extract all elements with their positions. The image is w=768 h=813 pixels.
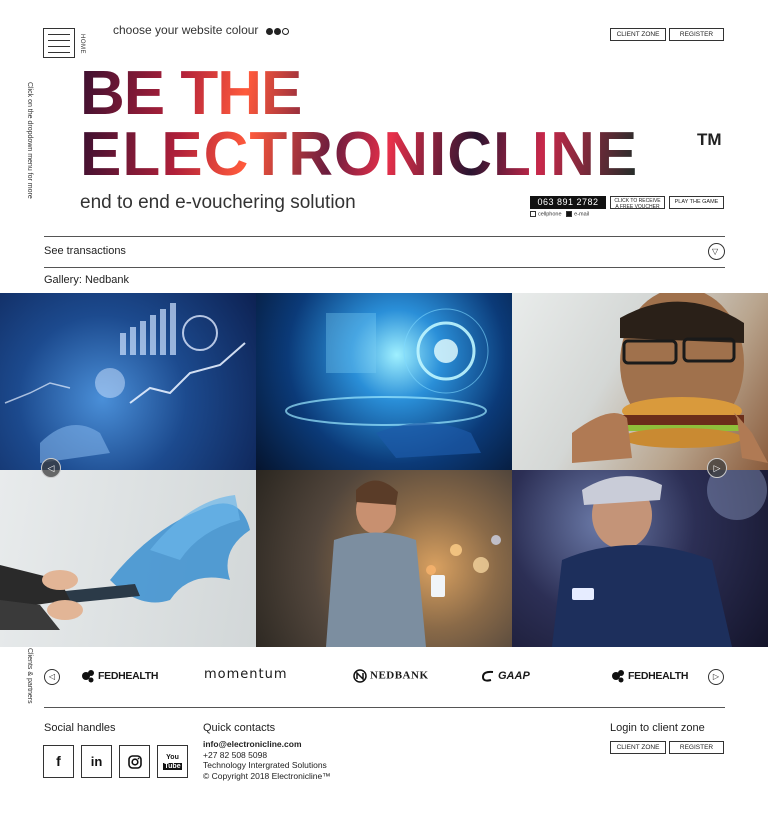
- contact-phone: +27 82 508 5098: [203, 749, 268, 760]
- chevron-right-icon: ▷: [712, 672, 720, 681]
- tagline: end to end e-vouchering solution: [80, 192, 356, 213]
- hamburger-line: [48, 34, 70, 35]
- side-hint: Click on the dropdown menu for more: [26, 82, 33, 199]
- login-title: Login to client zone: [610, 722, 705, 734]
- chevron-left-icon: ◁: [47, 463, 55, 473]
- delivery-options: cellphone e-mail: [530, 211, 589, 217]
- hero-line-1: BE THE: [80, 63, 638, 125]
- man-phone-graphic: [326, 480, 501, 647]
- analytics-graphic: [4, 303, 246, 463]
- quick-contacts-title: Quick contacts: [203, 722, 276, 734]
- instagram-icon: [127, 755, 142, 769]
- free-voucher-button[interactable]: CLICK TO RECEIVE A FREE VOUCHER: [610, 196, 665, 210]
- home-link[interactable]: HOME: [79, 34, 85, 54]
- hamburger-line: [48, 40, 70, 41]
- gallery-label: Gallery: Nedbank: [44, 274, 129, 286]
- client-logo-momentum[interactable]: momentum: [204, 667, 288, 682]
- transactions-toggle[interactable]: ▽: [708, 243, 725, 260]
- quick-contacts: info@electronicline.com +27 82 508 5098 …: [203, 739, 331, 781]
- youtube-text-1: You: [166, 754, 179, 761]
- linkedin-button[interactable]: in: [81, 745, 112, 778]
- gallery-image-man-night[interactable]: [512, 470, 768, 647]
- client-logo-fedhealth[interactable]: FEDHEALTH: [81, 669, 158, 683]
- chevron-down-icon: ▽: [712, 247, 719, 256]
- social-title: Social handles: [44, 722, 116, 734]
- gallery-image-tablet-splash[interactable]: [0, 470, 256, 647]
- company-name: Technology Intergrated Solutions: [203, 760, 327, 770]
- linkedin-icon: in: [90, 754, 103, 769]
- chevron-right-icon: ▷: [713, 463, 721, 473]
- clients-side-label: Clients & partners: [26, 648, 33, 704]
- chevron-left-icon: ◁: [48, 672, 56, 681]
- footer-client-zone-button[interactable]: CLIENT ZONE: [610, 741, 666, 754]
- colour-option-light[interactable]: [281, 28, 289, 36]
- client-logo-fedhealth-2[interactable]: FEDHEALTH: [611, 669, 688, 683]
- colour-option-dark-2[interactable]: [273, 28, 281, 36]
- facebook-button[interactable]: f: [43, 745, 74, 778]
- voucher-line-2: A FREE VOUCHER: [615, 203, 660, 210]
- facebook-icon: f: [56, 753, 61, 769]
- fedhealth-logo-icon: [612, 670, 624, 683]
- client-logo-label: FEDHEALTH: [98, 669, 159, 682]
- cellphone-checkbox[interactable]: [530, 211, 536, 217]
- client-logo-label: GAAP: [498, 669, 530, 682]
- client-logo-nedbank[interactable]: NEDBANK: [353, 669, 429, 683]
- tablet-splash-graphic: [0, 495, 250, 630]
- divider: [44, 267, 725, 268]
- colour-prompt: choose your website colour: [113, 23, 259, 37]
- email-checkbox[interactable]: [566, 211, 573, 217]
- fedhealth-logo-icon: [82, 670, 94, 683]
- burger-graphic: [572, 293, 768, 463]
- divider: [44, 236, 725, 237]
- footer-register-button[interactable]: REGISTER: [669, 741, 724, 754]
- gallery-image-man-phone[interactable]: [256, 470, 512, 647]
- nedbank-logo-icon: [353, 669, 367, 683]
- client-logo-label: NEDBANK: [370, 669, 429, 682]
- email-label: e-mail: [574, 211, 590, 218]
- clients-next-button[interactable]: ▷: [708, 669, 724, 685]
- man-night-graphic: [552, 470, 767, 647]
- hero-line-2: ELECTRONICLINE: [80, 119, 639, 189]
- gallery-prev-button[interactable]: ◁: [41, 458, 61, 478]
- hamburger-line: [48, 46, 70, 47]
- colour-chooser: choose your website colour: [113, 23, 290, 38]
- menu-button[interactable]: [43, 28, 75, 58]
- divider: [44, 707, 725, 708]
- instagram-button[interactable]: [119, 745, 150, 778]
- register-button[interactable]: REGISTER: [669, 28, 724, 41]
- client-zone-button[interactable]: CLIENT ZONE: [610, 28, 666, 41]
- gallery-next-button[interactable]: ▷: [707, 458, 727, 478]
- hamburger-line: [48, 52, 70, 53]
- trademark-mark: TM: [697, 130, 722, 149]
- youtube-icon: You Tube: [163, 754, 182, 770]
- copyright: © Copyright 2018 Electronicline™: [203, 770, 331, 781]
- youtube-text-2: Tube: [163, 763, 182, 770]
- client-logo-gaap[interactable]: GAAP: [481, 669, 530, 683]
- gaap-logo-icon: [481, 670, 494, 682]
- play-game-button[interactable]: PLAY THE GAME: [669, 196, 724, 209]
- colour-option-dark[interactable]: [265, 28, 273, 36]
- technology-graphic: [285, 308, 489, 458]
- clients-prev-button[interactable]: ◁: [44, 669, 60, 685]
- gallery-image-technology[interactable]: [256, 293, 512, 470]
- see-transactions-label[interactable]: See transactions: [44, 245, 126, 257]
- gallery-image-burger[interactable]: [512, 293, 768, 470]
- client-logo-label: FEDHEALTH: [628, 669, 689, 682]
- phone-number: 063 891 2782: [530, 196, 606, 209]
- gallery-image-analytics[interactable]: [0, 293, 256, 470]
- hero-headline: BE THE ELECTRONICLINE: [80, 63, 639, 189]
- contact-email[interactable]: info@electronicline.com: [203, 739, 331, 750]
- cellphone-label: cellphone: [538, 211, 562, 218]
- youtube-button[interactable]: You Tube: [157, 745, 188, 778]
